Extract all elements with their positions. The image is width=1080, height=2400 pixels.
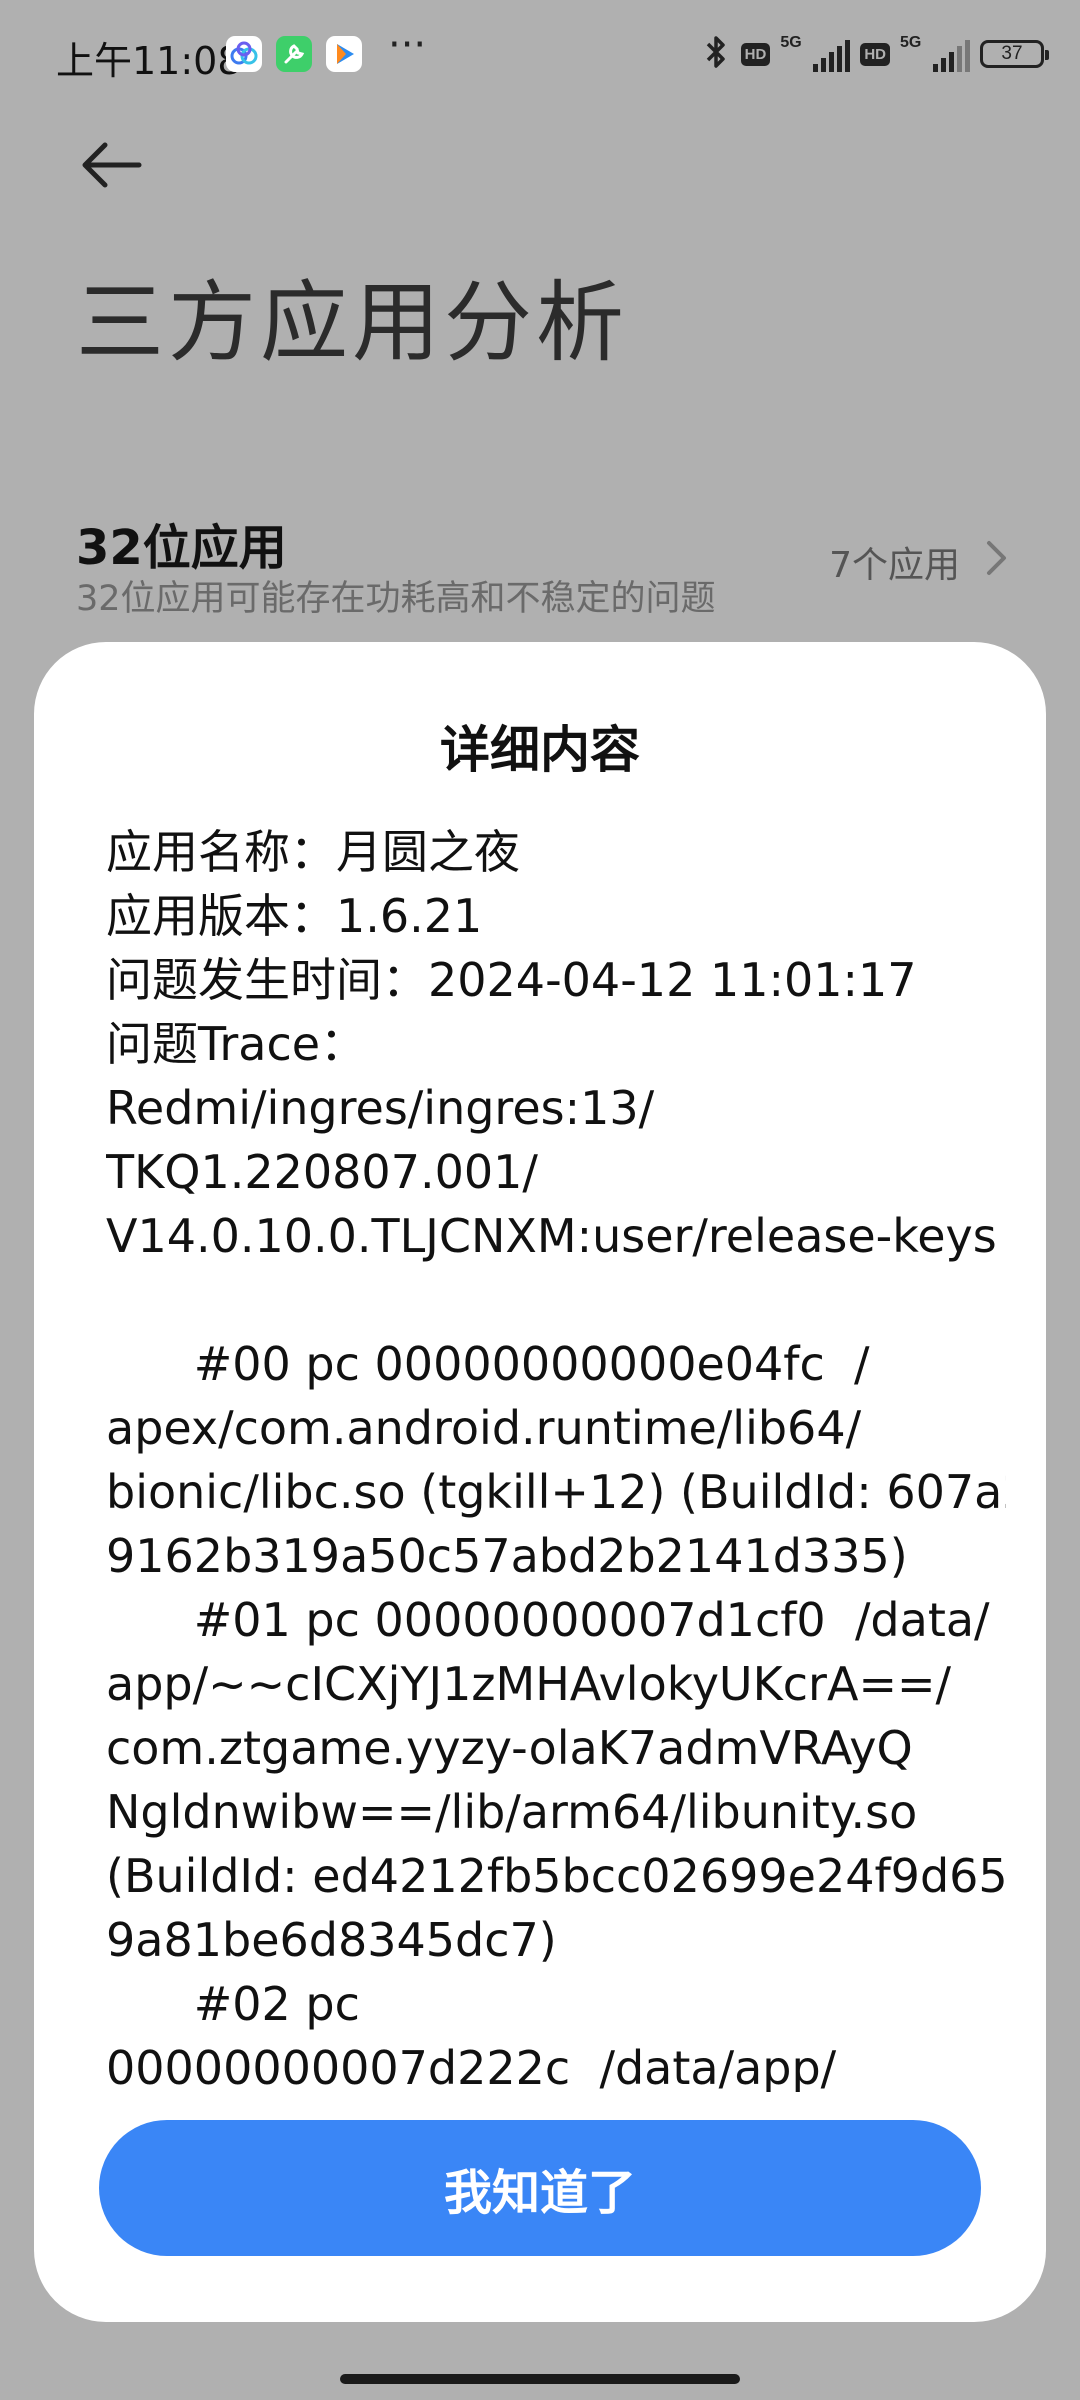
detail-line: 问题Trace：	[106, 1017, 367, 1071]
page-title: 三方应用分析	[76, 271, 629, 374]
gesture-nav-handle[interactable]	[340, 2374, 740, 2384]
hd-badge-2: HD	[860, 42, 890, 66]
detail-line	[106, 1268, 1006, 1332]
detail-line: #02 pc	[106, 1977, 360, 2031]
row-title: 32位应用	[76, 520, 287, 576]
tool-app-icon	[276, 36, 312, 72]
arrow-left-icon	[82, 142, 142, 188]
detail-line: TKQ1.220807.001/	[106, 1145, 538, 1199]
detail-line: V14.0.10.0.TLJCNXM:user/release-keys	[106, 1209, 997, 1263]
row-value: 7个应用	[829, 545, 960, 586]
chevron-right-icon	[987, 541, 1006, 575]
signal-icon-2: 5G	[900, 34, 970, 74]
back-button[interactable]	[74, 128, 148, 202]
details-dialog: 详细内容 应用名称：月圆之夜 应用版本：1.6.21 问题发生时间：2024-0…	[34, 642, 1046, 2322]
detail-line: com.ztgame.yyzy-olaK7admVRAyQ	[106, 1721, 913, 1775]
hd-badge-1: HD	[740, 42, 771, 66]
status-time: 上午11:08	[56, 39, 242, 83]
detail-line: 9162b319a50c57abd2b2141d335)	[106, 1529, 908, 1583]
detail-line: 00000000007d222c /data/app/	[106, 2041, 837, 2092]
signal-icon-1: 5G	[780, 34, 851, 74]
got-it-button[interactable]: 我知道了	[99, 2120, 981, 2256]
cloud-app-icon	[226, 36, 262, 72]
dialog-content-scroll[interactable]: 应用名称：月圆之夜 应用版本：1.6.21 问题发生时间：2024-04-12 …	[106, 820, 1006, 2092]
detail-line: (BuildId: ed4212fb5bcc02699e24f9d65	[106, 1849, 1006, 1903]
network-type-1: 5G	[780, 34, 802, 51]
battery-icon: 37	[980, 40, 1049, 68]
detail-line: Ngldnwibw==/lib/arm64/libunity.so	[106, 1785, 918, 1839]
play-app-icon	[326, 36, 362, 72]
detail-line: Redmi/ingres/ingres:13/	[106, 1081, 655, 1135]
detail-line: app/~~cICXjYJ1zMHAvlokyUKcrA==/	[106, 1657, 952, 1711]
row-subtitle: 32位应用可能存在功耗高和不稳定的问题	[76, 579, 716, 619]
more-notifications-icon: ···	[388, 22, 427, 68]
detail-line: apex/com.android.runtime/lib64/	[106, 1401, 862, 1455]
dialog-title: 详细内容	[440, 721, 640, 779]
status-indicators: HD 5G HD 5G 37	[701, 30, 1049, 78]
status-bar: 上午11:08 ··· HD 5G HD 5G 37	[0, 0, 1080, 108]
battery-level: 37	[1001, 43, 1023, 64]
network-type-2: 5G	[900, 34, 922, 51]
detail-line: bionic/libc.so (tgkill+12) (BuildId: 607…	[106, 1465, 1006, 1519]
detail-line: 应用版本：1.6.21	[106, 889, 483, 943]
detail-line: 应用名称：月圆之夜	[106, 825, 520, 879]
bluetooth-icon	[701, 32, 731, 76]
detail-line: #01 pc 00000000007d1cf0 /data/	[106, 1593, 990, 1647]
settings-row-32bit-apps[interactable]: 32位应用 32位应用可能存在功耗高和不稳定的问题 7个应用	[76, 500, 1016, 630]
detail-line: 9a81be6d8345dc7)	[106, 1913, 557, 1967]
detail-line: 问题发生时间：2024-04-12 11:01:17	[106, 953, 917, 1007]
detail-line: #00 pc 00000000000e04fc /	[106, 1337, 870, 1391]
